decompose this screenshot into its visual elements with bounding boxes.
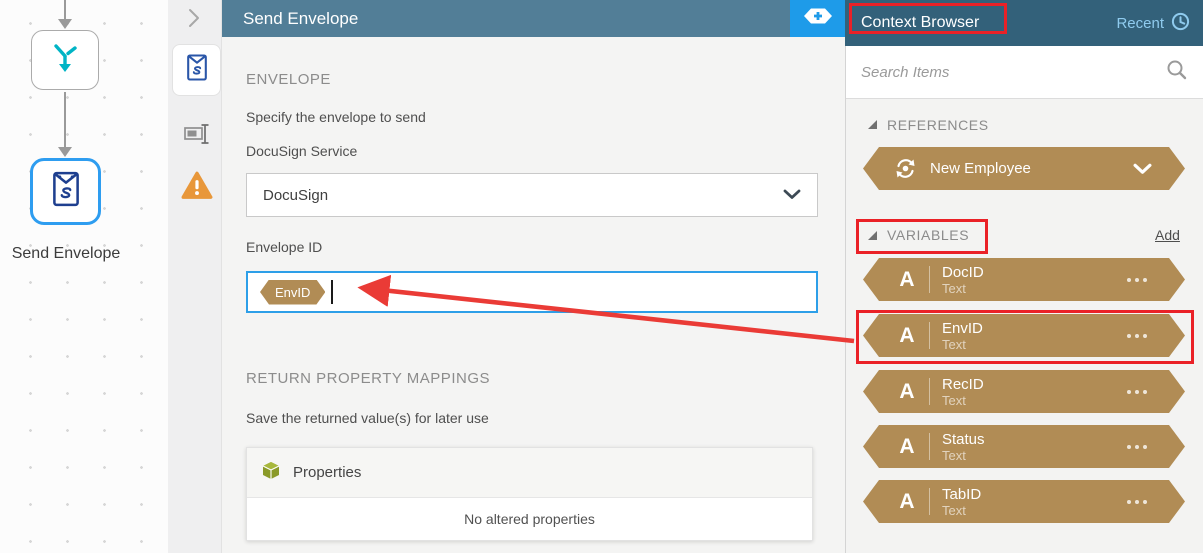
smartobject-refresh-icon xyxy=(894,157,917,180)
text-variable-icon: A xyxy=(899,489,915,513)
context-search-bar xyxy=(846,46,1203,99)
token-plus-icon xyxy=(802,6,834,31)
connector-line xyxy=(64,92,66,148)
envelope-section-heading: ENVELOPE xyxy=(246,71,331,88)
context-browser-title: Context Browser xyxy=(861,14,980,31)
variable-menu-button[interactable] xyxy=(1127,334,1147,338)
chevron-down-icon xyxy=(783,187,801,204)
docusign-service-label: DocuSign Service xyxy=(246,143,358,159)
envelope-id-label: Envelope ID xyxy=(246,239,323,255)
return-mappings-heading: RETURN PROPERTY MAPPINGS xyxy=(246,370,490,387)
cube-icon xyxy=(262,461,280,484)
variable-token-recid[interactable]: A RecID Text xyxy=(863,370,1185,413)
properties-empty-message: No altered properties xyxy=(464,511,595,527)
reference-token-label: New Employee xyxy=(930,160,1031,177)
chevron-down-icon[interactable] xyxy=(1133,163,1152,175)
text-variable-icon: A xyxy=(899,267,915,291)
variable-menu-button[interactable] xyxy=(1127,500,1147,504)
text-variable-icon: A xyxy=(899,323,915,347)
return-mappings-description: Save the returned value(s) for later use xyxy=(246,410,489,426)
envelope-tab-icon xyxy=(185,53,209,87)
text-cursor xyxy=(331,280,334,304)
rename-icon xyxy=(183,122,211,151)
variable-name: EnvID xyxy=(942,319,983,337)
warning-triangle-icon xyxy=(181,171,213,205)
docusign-service-value: DocuSign xyxy=(263,186,329,204)
variable-menu-button[interactable] xyxy=(1127,390,1147,394)
properties-card: Properties No altered properties xyxy=(246,447,813,541)
envid-token-chip[interactable]: EnvID xyxy=(260,280,325,305)
connector-arrowhead xyxy=(58,19,72,29)
text-variable-icon: A xyxy=(899,434,915,458)
panel-rail xyxy=(168,0,222,553)
text-variable-icon: A xyxy=(899,379,915,403)
context-browser-header: Context Browser Recent xyxy=(845,0,1203,46)
recent-button[interactable]: Recent xyxy=(1116,12,1190,35)
connector-line xyxy=(64,0,66,20)
connector-arrowhead xyxy=(58,147,72,157)
recent-label: Recent xyxy=(1116,14,1164,32)
references-heading: REFERENCES xyxy=(887,117,989,133)
variable-menu-button[interactable] xyxy=(1127,278,1147,282)
docusign-service-select[interactable]: DocuSign xyxy=(246,173,818,217)
token-divider xyxy=(929,266,930,293)
variable-type: Text xyxy=(942,280,966,296)
search-icon[interactable] xyxy=(1166,59,1188,86)
tab-warnings[interactable] xyxy=(172,162,221,214)
envelope-id-input[interactable]: EnvID xyxy=(246,271,818,313)
tab-rename[interactable] xyxy=(172,110,221,162)
expand-panel-icon[interactable] xyxy=(186,7,202,34)
workflow-canvas[interactable]: Send Envelope xyxy=(0,0,168,553)
tab-envelope-settings[interactable] xyxy=(172,44,221,96)
panel-title: Send Envelope xyxy=(243,8,359,28)
variable-type: Text xyxy=(942,392,966,408)
token-divider xyxy=(929,378,930,405)
variable-token-envid[interactable]: A EnvID Text xyxy=(863,314,1185,357)
variable-name: Status xyxy=(942,430,985,448)
variable-name: TabID xyxy=(942,485,982,503)
token-divider xyxy=(929,488,930,515)
variable-token-docid[interactable]: A DocID Text xyxy=(863,258,1185,301)
workflow-designer: Send Envelope Send Envelope ENVELOPE Spe… xyxy=(0,0,1203,553)
add-variable-link[interactable]: Add xyxy=(1155,227,1180,243)
token-divider xyxy=(929,433,930,460)
variable-token-tabid[interactable]: A TabID Text xyxy=(863,480,1185,523)
variable-name: RecID xyxy=(942,375,984,393)
variables-heading: VARIABLES xyxy=(887,227,970,243)
variable-token-status[interactable]: A Status Text xyxy=(863,425,1185,468)
merge-node[interactable] xyxy=(31,30,99,90)
panel-header: Send Envelope xyxy=(222,0,790,37)
envelope-section-description: Specify the envelope to send xyxy=(246,109,426,125)
token-divider xyxy=(929,322,930,349)
search-input[interactable] xyxy=(861,63,1166,81)
reference-token-new-employee[interactable]: New Employee xyxy=(863,147,1185,190)
variable-name: DocID xyxy=(942,263,984,281)
docusign-envelope-icon xyxy=(50,170,82,213)
node-label: Send Envelope xyxy=(11,245,121,262)
properties-label: Properties xyxy=(293,464,362,481)
variable-type: Text xyxy=(942,447,966,463)
merge-icon xyxy=(45,38,85,83)
variable-type: Text xyxy=(942,502,966,518)
send-envelope-node[interactable] xyxy=(30,158,101,225)
properties-card-header: Properties xyxy=(247,448,812,498)
add-token-button[interactable] xyxy=(790,0,845,37)
clock-icon xyxy=(1171,12,1190,35)
variable-type: Text xyxy=(942,336,966,352)
variable-menu-button[interactable] xyxy=(1127,445,1147,449)
